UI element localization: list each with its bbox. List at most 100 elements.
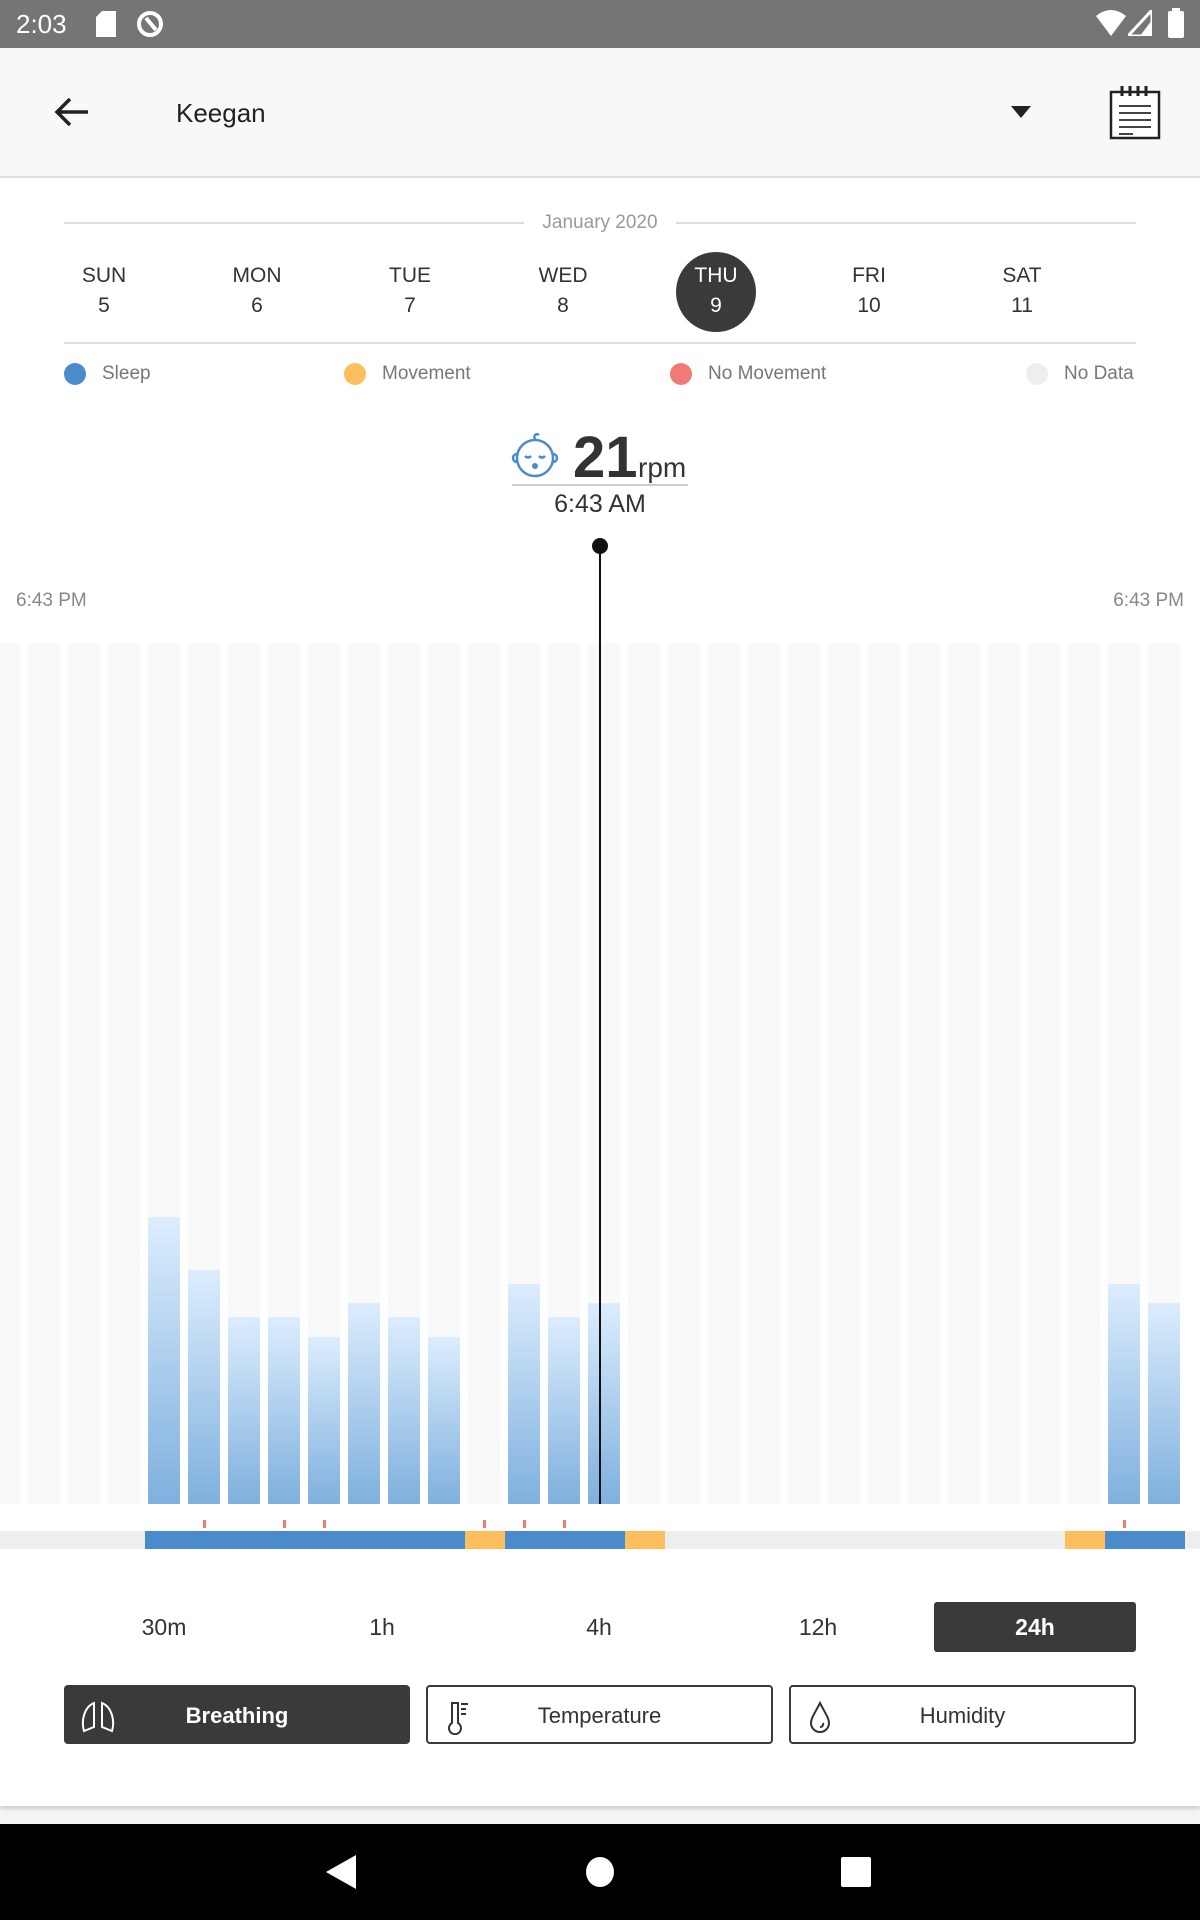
chart-bar[interactable] bbox=[548, 1317, 580, 1504]
legend-item-no-movement: No Movement bbox=[670, 363, 826, 385]
day-name: THU bbox=[694, 264, 738, 287]
chart-bar[interactable] bbox=[188, 1269, 220, 1504]
chart-column bbox=[668, 643, 700, 1504]
day-number: 9 bbox=[710, 294, 722, 317]
chart-column bbox=[708, 643, 740, 1504]
day-tue[interactable]: TUE 7 bbox=[355, 264, 465, 324]
chart-column bbox=[1028, 643, 1060, 1504]
chart-bar[interactable] bbox=[348, 1303, 380, 1504]
state-segment-sleep bbox=[224, 1531, 265, 1549]
state-segment-sleep bbox=[584, 1531, 625, 1549]
chart-bar[interactable] bbox=[1108, 1283, 1140, 1504]
chart-bar[interactable] bbox=[308, 1336, 340, 1504]
wifi-icon bbox=[1096, 10, 1126, 36]
legend-label: No Movement bbox=[708, 363, 827, 384]
day-sat[interactable]: SAT 11 bbox=[967, 264, 1077, 324]
state-segment-sleep bbox=[424, 1531, 465, 1549]
state-segment-movement bbox=[464, 1531, 505, 1549]
range-12h[interactable]: 12h bbox=[717, 1602, 919, 1652]
divider bbox=[64, 222, 524, 224]
day-number: 11 bbox=[1011, 294, 1033, 317]
chart-column bbox=[628, 643, 660, 1504]
metric-breathing[interactable]: Breathing bbox=[64, 1685, 410, 1744]
state-segment-sleep bbox=[144, 1531, 185, 1549]
chart-column bbox=[948, 643, 980, 1504]
day-wed[interactable]: WED 8 bbox=[508, 264, 618, 324]
day-name: MON bbox=[232, 264, 282, 287]
day-name: TUE bbox=[389, 264, 431, 287]
chart-column bbox=[1068, 643, 1100, 1504]
signal-icon bbox=[1128, 10, 1152, 36]
state-segment-sleep bbox=[264, 1531, 305, 1549]
x-start-label: 6:43 PM bbox=[16, 590, 87, 611]
notepad-icon[interactable] bbox=[1109, 84, 1161, 140]
cursor-handle[interactable] bbox=[592, 538, 608, 554]
day-number: 8 bbox=[557, 294, 569, 317]
no-movement-marker bbox=[283, 1520, 286, 1528]
day-sun[interactable]: SUN 5 bbox=[49, 264, 159, 324]
no-movement-marker bbox=[203, 1520, 206, 1528]
state-segment-sleep bbox=[384, 1531, 425, 1549]
chart-column bbox=[68, 643, 100, 1504]
legend-item-movement: Movement bbox=[344, 363, 471, 385]
chart-column bbox=[28, 643, 60, 1504]
chart-bar[interactable] bbox=[388, 1317, 420, 1504]
chart-column bbox=[748, 643, 780, 1504]
navigation-bar bbox=[0, 1824, 1200, 1920]
legend-item-no-data: No Data bbox=[1026, 363, 1134, 385]
chart-column bbox=[788, 643, 820, 1504]
no-movement-marker bbox=[483, 1520, 486, 1528]
sync-icon bbox=[137, 11, 163, 37]
legend-dot bbox=[1026, 363, 1048, 385]
day-fri[interactable]: FRI 10 bbox=[814, 264, 924, 324]
range-30m[interactable]: 30m bbox=[63, 1602, 265, 1652]
legend-label: Sleep bbox=[102, 363, 151, 384]
nav-home-icon[interactable] bbox=[585, 1856, 615, 1888]
chart-bar[interactable] bbox=[508, 1283, 540, 1504]
chart-bar[interactable] bbox=[148, 1217, 180, 1504]
chart-bar[interactable] bbox=[228, 1317, 260, 1504]
nav-recents-icon[interactable] bbox=[841, 1857, 871, 1887]
day-thu[interactable]: THU 9 bbox=[661, 252, 771, 332]
x-end-label: 6:43 PM bbox=[1113, 590, 1184, 611]
legend-item-sleep: Sleep bbox=[64, 363, 151, 385]
state-segment-sleep bbox=[544, 1531, 585, 1549]
day-mon[interactable]: MON 6 bbox=[202, 264, 312, 324]
state-segment-sleep bbox=[304, 1531, 345, 1549]
status-time: 2:03 bbox=[16, 9, 67, 39]
metric-humidity[interactable]: Humidity bbox=[789, 1685, 1136, 1744]
day-name: FRI bbox=[852, 264, 886, 287]
reading-value: 21 bbox=[573, 425, 638, 490]
chart-column bbox=[0, 643, 20, 1504]
metric-temperature[interactable]: Temperature bbox=[426, 1685, 773, 1744]
arrow-left-icon[interactable] bbox=[54, 96, 90, 128]
range-4h[interactable]: 4h bbox=[498, 1602, 700, 1652]
chart-bar[interactable] bbox=[588, 1303, 620, 1504]
range-1h[interactable]: 1h bbox=[281, 1602, 483, 1652]
no-movement-marker bbox=[563, 1520, 566, 1528]
divider bbox=[676, 222, 1136, 224]
range-24h[interactable]: 24h bbox=[934, 1602, 1136, 1652]
state-segment-sleep bbox=[1144, 1531, 1185, 1549]
caret-down-icon[interactable] bbox=[1011, 106, 1031, 118]
chart-column bbox=[988, 643, 1020, 1504]
nav-back-icon[interactable] bbox=[326, 1855, 356, 1889]
day-name: SUN bbox=[81, 264, 127, 287]
no-movement-marker bbox=[523, 1520, 526, 1528]
day-name: SAT bbox=[1002, 264, 1042, 287]
chart-bar[interactable] bbox=[268, 1317, 300, 1504]
legend-dot bbox=[670, 363, 692, 385]
day-number: 7 bbox=[404, 294, 416, 317]
chart-bar[interactable] bbox=[1148, 1303, 1180, 1504]
chart-column bbox=[868, 643, 900, 1504]
reading-unit: rpm bbox=[638, 452, 687, 483]
state-segment-movement bbox=[624, 1531, 665, 1549]
chart-column bbox=[108, 643, 140, 1504]
month-label: January 2020 bbox=[542, 212, 658, 233]
state-segment-sleep bbox=[504, 1531, 545, 1549]
child-name[interactable]: Keegan bbox=[176, 98, 266, 129]
state-segment-sleep bbox=[1104, 1531, 1145, 1549]
cursor-line[interactable] bbox=[599, 545, 601, 1504]
no-movement-marker bbox=[323, 1520, 326, 1528]
chart-bar[interactable] bbox=[428, 1336, 460, 1504]
